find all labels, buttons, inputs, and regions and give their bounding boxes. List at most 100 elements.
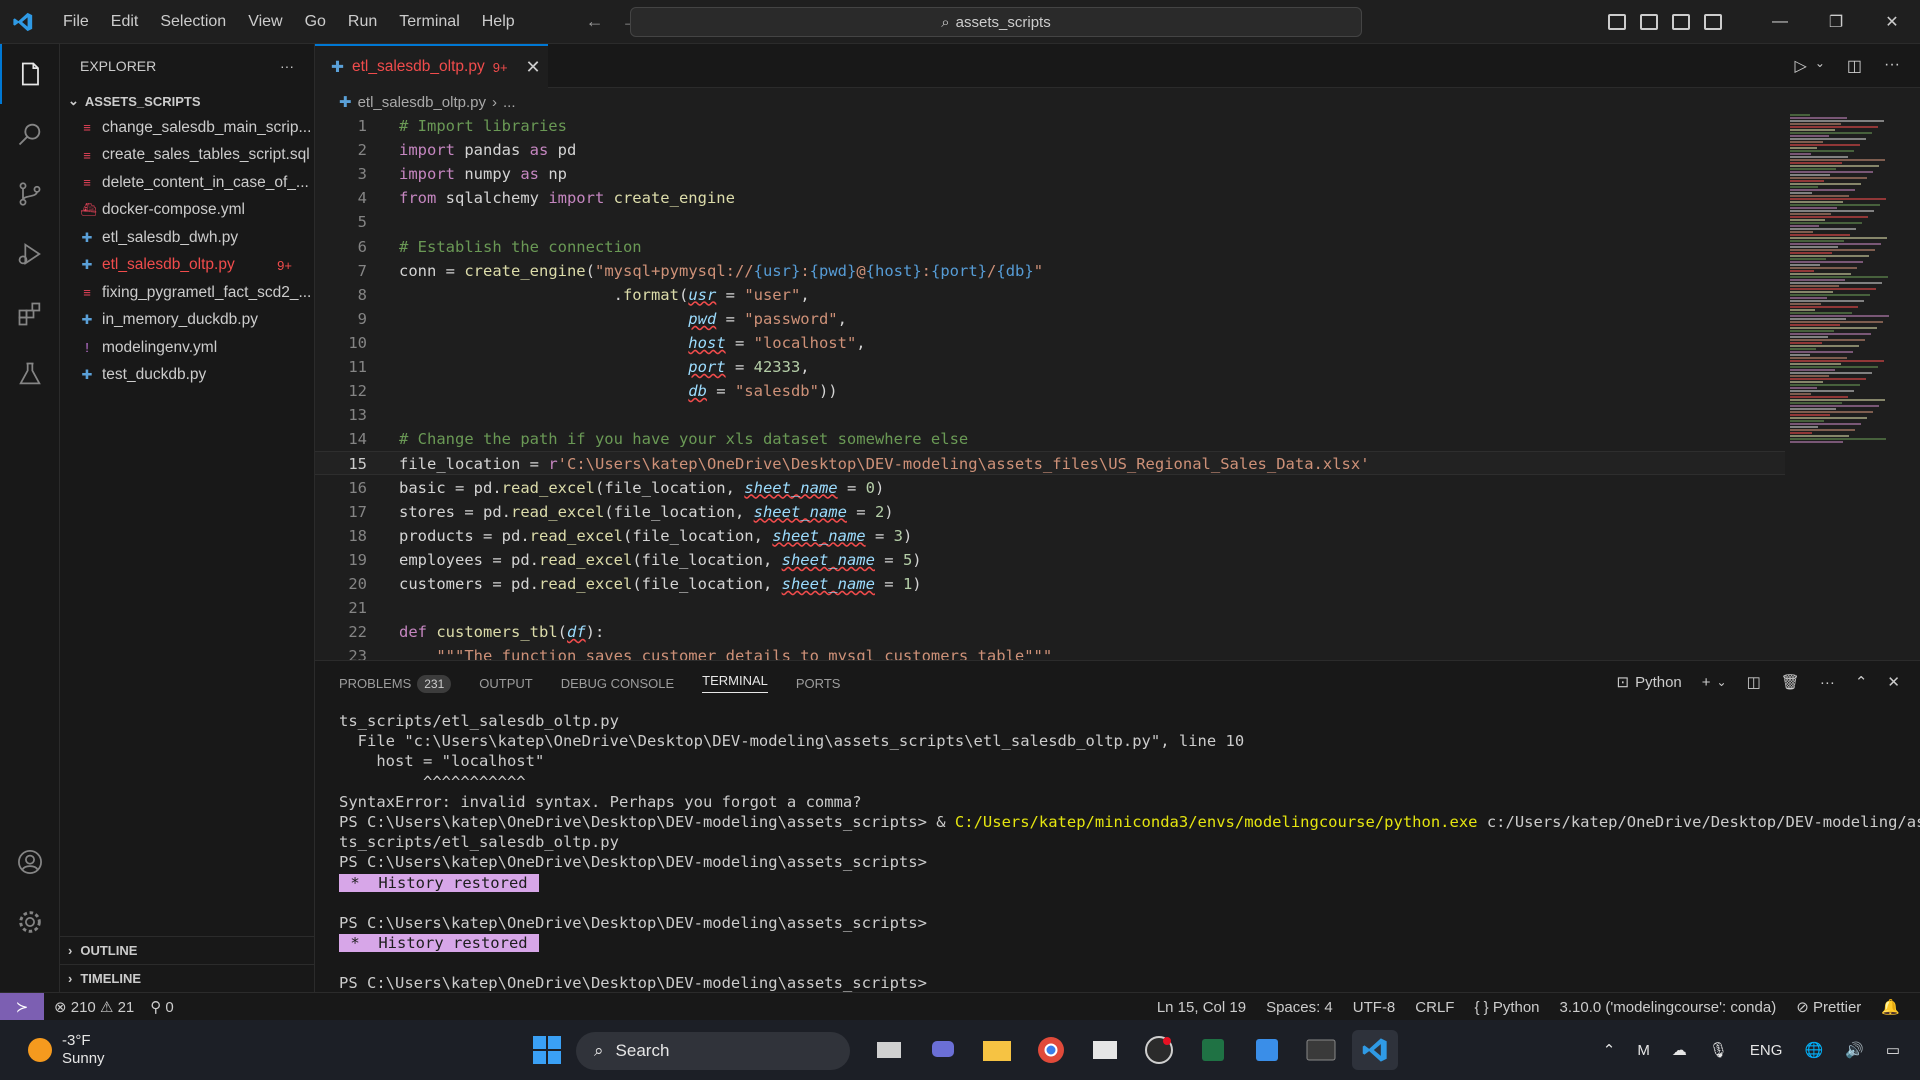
- close-panel-icon[interactable]: ✕: [1887, 673, 1900, 691]
- menu-item-file[interactable]: File: [52, 13, 100, 31]
- code-line[interactable]: 5: [315, 210, 1785, 234]
- back-arrow-icon[interactable]: ←: [586, 11, 604, 32]
- toggle-panel-icon[interactable]: [1640, 14, 1658, 30]
- customize-layout-icon[interactable]: [1704, 14, 1722, 30]
- code-line[interactable]: 22 def customers_tbl(df):: [315, 620, 1785, 644]
- paint-icon[interactable]: [1244, 1030, 1290, 1070]
- file-item[interactable]: ✚ etl_salesdb_dwh.py: [60, 224, 314, 252]
- close-window-button[interactable]: ✕: [1864, 12, 1920, 32]
- toggle-primary-sidebar-icon[interactable]: [1608, 14, 1626, 30]
- extensions-icon[interactable]: [0, 284, 60, 344]
- vscode-logo-icon[interactable]: [12, 11, 34, 33]
- menu-item-go[interactable]: Go: [294, 13, 337, 31]
- ports-status[interactable]: ⚲ 0: [150, 998, 174, 1016]
- file-item[interactable]: ✚ test_duckdb.py: [60, 362, 314, 390]
- cursor-position[interactable]: Ln 15, Col 19: [1157, 999, 1246, 1016]
- code-line[interactable]: 18 products = pd.read_excel(file_location…: [315, 524, 1785, 548]
- file-item[interactable]: ✚ in_memory_duckdb.py: [60, 307, 314, 335]
- battery-icon[interactable]: ▭: [1886, 1041, 1900, 1059]
- indentation[interactable]: Spaces: 4: [1266, 999, 1333, 1016]
- chrome-icon[interactable]: [1028, 1030, 1074, 1070]
- code-line[interactable]: 21: [315, 596, 1785, 620]
- prettier-status[interactable]: ⊘ Prettier: [1796, 998, 1861, 1016]
- settings-gear-icon[interactable]: [0, 892, 60, 952]
- editor-scrollbar[interactable]: [1907, 114, 1920, 660]
- outline-section[interactable]: › OUTLINE: [60, 936, 315, 964]
- tab-etl-salesdb-oltp[interactable]: ✚ etl_salesdb_oltp.py 9+ ✕: [315, 44, 548, 88]
- editor-more-icon[interactable]: ···: [1884, 56, 1900, 76]
- code-line[interactable]: 9 pwd = "password",: [315, 307, 1785, 331]
- kill-terminal-icon[interactable]: 🗑: [1781, 673, 1800, 691]
- taskbar-search[interactable]: ⌕ Search: [576, 1032, 850, 1070]
- minimize-button[interactable]: —: [1752, 13, 1808, 31]
- excel-icon[interactable]: [1190, 1030, 1236, 1070]
- gmail-icon[interactable]: [1082, 1030, 1128, 1070]
- new-terminal-icon[interactable]: +: [1702, 674, 1711, 691]
- minimap[interactable]: [1790, 114, 1905, 464]
- menu-item-run[interactable]: Run: [337, 13, 388, 31]
- show-hidden-icons-icon[interactable]: ⌃: [1603, 1041, 1616, 1059]
- code-line[interactable]: 7 conn = create_engine("mysql+pymysql://{…: [315, 259, 1785, 283]
- code-line[interactable]: 10 host = "localhost",: [315, 331, 1785, 355]
- file-item[interactable]: ⛴ docker-compose.yml: [60, 197, 314, 225]
- teams-chat-icon[interactable]: [920, 1030, 966, 1070]
- file-item[interactable]: ✚ etl_salesdb_oltp.py 9+: [60, 252, 314, 280]
- terminal-output[interactable]: ts_scripts/etl_salesdb_oltp.py File "c:\…: [339, 711, 1920, 994]
- menu-item-help[interactable]: Help: [471, 13, 526, 31]
- obs-icon[interactable]: [1136, 1030, 1182, 1070]
- language-indicator[interactable]: ENG: [1750, 1042, 1783, 1059]
- explorer-icon[interactable]: [0, 44, 60, 104]
- folder-assets-scripts[interactable]: ⌄ ASSETS_SCRIPTS: [60, 88, 314, 114]
- run-dropdown-icon[interactable]: ⌄: [1815, 56, 1825, 76]
- tab-problems[interactable]: PROBLEMS 231: [339, 674, 452, 693]
- remote-indicator-icon[interactable]: ≻: [0, 992, 44, 1021]
- run-python-icon[interactable]: ▷: [1795, 56, 1807, 76]
- testing-icon[interactable]: [0, 344, 60, 404]
- code-line[interactable]: 12 db = "salesdb")): [315, 379, 1785, 403]
- python-interpreter[interactable]: 3.10.0 ('modelingcourse': conda): [1560, 999, 1777, 1016]
- microphone-icon[interactable]: 🎙: [1709, 1041, 1728, 1059]
- code-line[interactable]: 17 stores = pd.read_excel(file_location, …: [315, 500, 1785, 524]
- errors-status[interactable]: ⊗ 210 ⚠ 21: [54, 998, 134, 1016]
- timeline-section[interactable]: › TIMELINE: [60, 964, 315, 992]
- code-line[interactable]: 15 file_location = r'C:\Users\katep\OneDr…: [315, 451, 1785, 476]
- tab-output[interactable]: OUTPUT: [479, 676, 532, 691]
- code-line[interactable]: 2 import pandas as pd: [315, 138, 1785, 162]
- terminal-shell-name[interactable]: Python: [1635, 674, 1682, 691]
- tab-debug-console[interactable]: DEBUG CONSOLE: [561, 676, 674, 691]
- gmail-tray-icon[interactable]: M: [1637, 1042, 1650, 1059]
- code-line[interactable]: 3 import numpy as np: [315, 162, 1785, 186]
- code-line[interactable]: 14 # Change the path if you have your xls…: [315, 427, 1785, 451]
- restore-button[interactable]: ❐: [1808, 12, 1864, 32]
- code-line[interactable]: 23 """The function saves customer detail…: [315, 644, 1785, 660]
- network-icon[interactable]: 🌐: [1804, 1041, 1823, 1059]
- code-line[interactable]: 20 customers = pd.read_excel(file_locatio…: [315, 572, 1785, 596]
- source-control-icon[interactable]: [0, 164, 60, 224]
- notifications-bell-icon[interactable]: 🔔: [1881, 998, 1900, 1016]
- vscode-taskbar-icon[interactable]: [1352, 1030, 1398, 1070]
- volume-icon[interactable]: 🔊: [1845, 1041, 1864, 1059]
- file-item[interactable]: ≡ delete_content_in_case_of_...: [60, 169, 314, 197]
- code-line[interactable]: 16 basic = pd.read_excel(file_location, s…: [315, 476, 1785, 500]
- encoding[interactable]: UTF-8: [1353, 999, 1396, 1016]
- windows-start-icon[interactable]: [524, 1030, 570, 1070]
- language-mode[interactable]: { } Python: [1474, 999, 1539, 1016]
- menu-item-terminal[interactable]: Terminal: [388, 13, 470, 31]
- file-explorer-icon[interactable]: [974, 1030, 1020, 1070]
- file-item[interactable]: ! modelingenv.yml: [60, 334, 314, 362]
- menu-item-edit[interactable]: Edit: [100, 13, 150, 31]
- tab-terminal[interactable]: TERMINAL: [702, 673, 768, 693]
- file-item[interactable]: ≡ create_sales_tables_script.sql: [60, 142, 314, 170]
- weather-widget[interactable]: -3°F Sunny: [0, 1032, 105, 1068]
- terminal-dropdown-icon[interactable]: ⌄: [1717, 675, 1727, 689]
- line-endings[interactable]: CRLF: [1415, 999, 1454, 1016]
- close-tab-icon[interactable]: ✕: [526, 57, 541, 78]
- toggle-secondary-sidebar-icon[interactable]: [1672, 14, 1690, 30]
- code-editor[interactable]: 1 # Import libraries 2 import pandas as pd 3…: [315, 114, 1785, 660]
- tab-ports[interactable]: PORTS: [796, 676, 841, 691]
- terminal-app-icon[interactable]: [1298, 1030, 1344, 1070]
- split-editor-icon[interactable]: ◫: [1847, 56, 1862, 76]
- code-line[interactable]: 13: [315, 403, 1785, 427]
- split-terminal-icon[interactable]: ◫: [1747, 673, 1761, 691]
- breadcrumb-symbol[interactable]: ...: [503, 94, 516, 111]
